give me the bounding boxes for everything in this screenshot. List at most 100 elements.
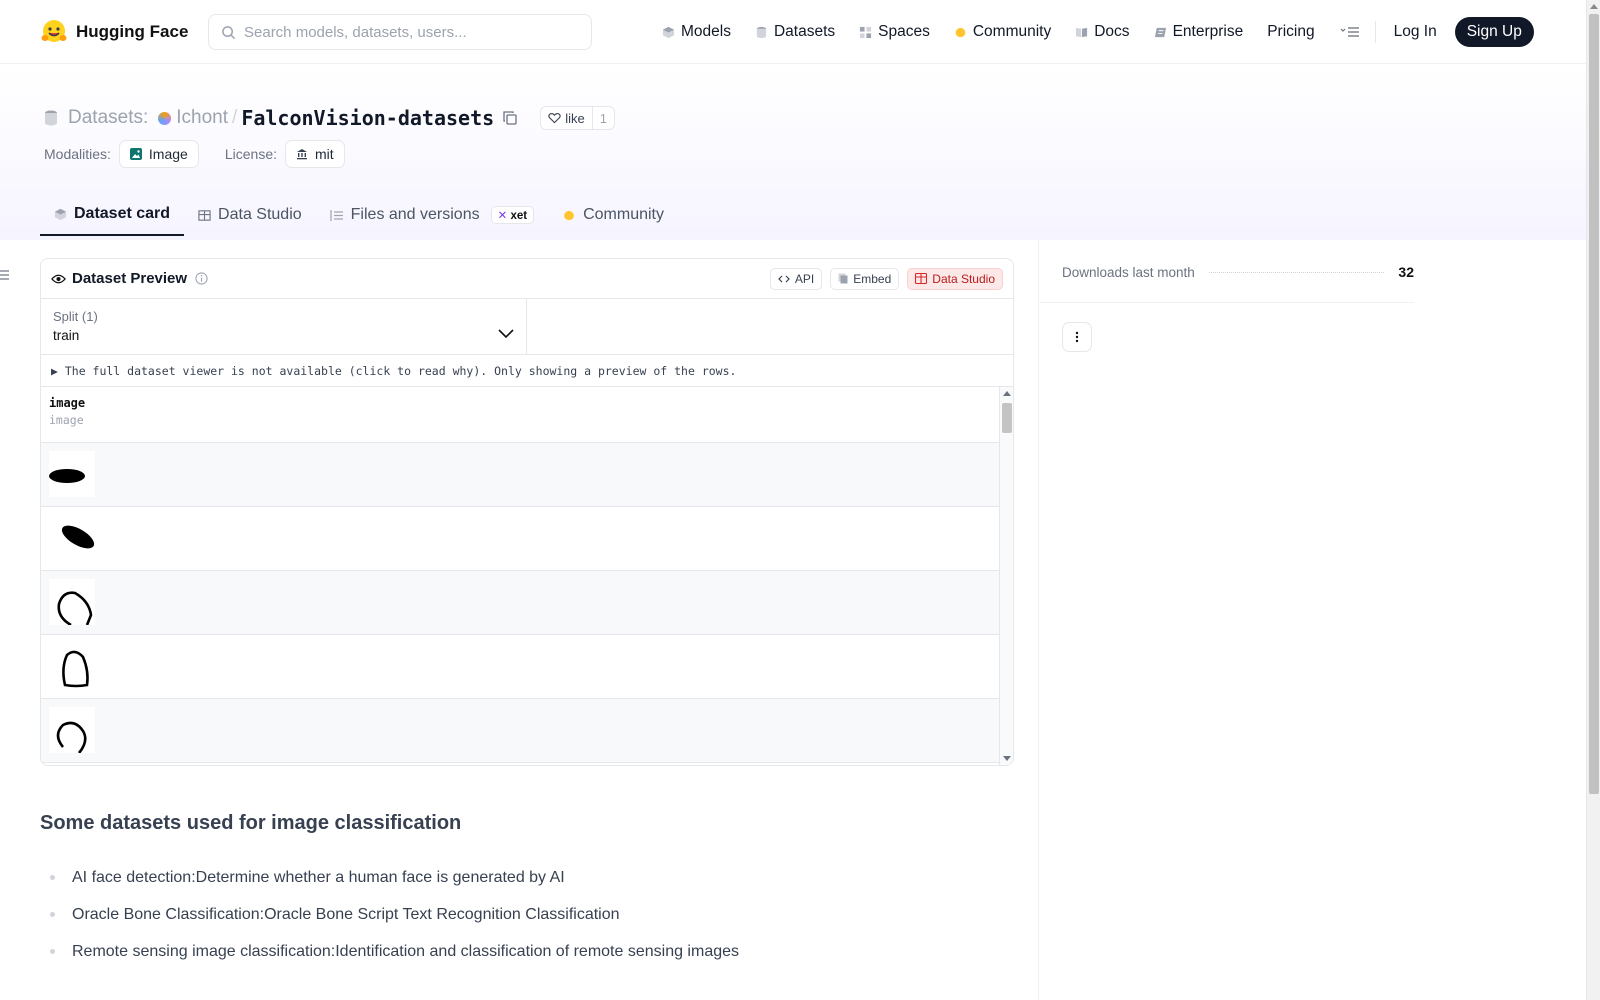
nav-pricing[interactable]: Pricing bbox=[1267, 23, 1314, 41]
row-image-thumbnail[interactable] bbox=[49, 515, 95, 561]
viewer-notice[interactable]: ▶ The full dataset viewer is not availab… bbox=[41, 355, 1013, 387]
like-count[interactable]: 1 bbox=[591, 107, 614, 129]
more-menu-button[interactable] bbox=[1339, 22, 1361, 42]
signup-button[interactable]: Sign Up bbox=[1454, 17, 1534, 47]
sidebar-toggle-icon[interactable] bbox=[0, 268, 10, 282]
files-icon bbox=[330, 209, 343, 221]
nav-community-label: Community bbox=[972, 23, 1052, 40]
like-button[interactable]: like 1 bbox=[540, 106, 615, 130]
downloads-label: Downloads last month bbox=[1062, 264, 1195, 280]
table-scroll-thumb[interactable] bbox=[1002, 403, 1012, 433]
login-link[interactable]: Log In bbox=[1394, 23, 1437, 41]
bullet bbox=[50, 949, 55, 954]
tab-data-studio[interactable]: Data Studio bbox=[184, 194, 316, 236]
search-box[interactable] bbox=[208, 14, 592, 50]
nav-datasets[interactable]: Datasets bbox=[755, 23, 835, 41]
modality-label: Image bbox=[148, 146, 188, 162]
page-scroll-thumb[interactable] bbox=[1589, 14, 1599, 794]
eye-icon bbox=[51, 274, 66, 283]
nav-spaces-label: Spaces bbox=[878, 23, 930, 40]
nav-docs[interactable]: Docs bbox=[1075, 23, 1130, 41]
code-icon bbox=[778, 275, 790, 282]
tab-community[interactable]: Community bbox=[548, 194, 678, 236]
row-image-thumbnail[interactable] bbox=[49, 579, 95, 627]
top-navigation: Hugging Face Models Datasets Spaces Comm… bbox=[0, 0, 1586, 64]
hugging-face-logo-icon bbox=[41, 20, 67, 42]
table-row[interactable] bbox=[41, 507, 999, 571]
downloads-stat: Downloads last month 32 bbox=[1062, 262, 1414, 282]
column-name: image bbox=[49, 396, 86, 410]
table-scrollbar[interactable] bbox=[999, 387, 1013, 765]
chevron-down-icon bbox=[498, 329, 514, 339]
grid-icon bbox=[860, 26, 872, 38]
more-menu-icon bbox=[1340, 27, 1359, 37]
like-label: like bbox=[565, 110, 585, 126]
nav-models[interactable]: Models bbox=[662, 23, 731, 41]
nav-datasets-label: Datasets bbox=[773, 23, 836, 40]
repo-name[interactable]: FalconVision-datasets bbox=[241, 106, 494, 130]
table-row[interactable] bbox=[41, 699, 999, 763]
column-type: image bbox=[49, 413, 84, 427]
org-link[interactable]: Ichont bbox=[176, 107, 228, 129]
like-action[interactable]: like bbox=[541, 107, 592, 129]
repo-tabs: Dataset card Data Studio Files and versi… bbox=[40, 194, 678, 236]
nav-enterprise[interactable]: Enterprise bbox=[1154, 23, 1244, 41]
brand-link[interactable]: Hugging Face bbox=[40, 16, 188, 48]
copy-icon[interactable] bbox=[502, 110, 518, 126]
list-item: Oracle Bone Classification:Oracle Bone S… bbox=[40, 896, 1014, 933]
sidebar-separator bbox=[1040, 302, 1414, 303]
vertical-dots-icon bbox=[1075, 331, 1079, 343]
preview-actions: API Embed Data Studio bbox=[769, 267, 1003, 290]
brand-name: Hugging Face bbox=[76, 22, 189, 41]
more-options-button[interactable] bbox=[1062, 322, 1092, 352]
search-icon bbox=[222, 25, 236, 39]
row-image-thumbnail[interactable] bbox=[49, 707, 95, 754]
split-row: Split (1) train bbox=[41, 299, 1013, 355]
nav-docs-label: Docs bbox=[1094, 23, 1130, 40]
modality-chip[interactable]: Image bbox=[118, 140, 199, 168]
tab-dataset-card[interactable]: Dataset card bbox=[40, 194, 185, 236]
tab-files-and-versions[interactable]: Files and versions ✕ xet bbox=[316, 194, 548, 236]
nav-divider bbox=[1374, 21, 1376, 43]
nav-community[interactable]: Community bbox=[954, 23, 1051, 41]
database-icon bbox=[756, 26, 767, 38]
dataset-preview: Dataset Preview API Embed Data Studio Sp… bbox=[40, 258, 1014, 766]
bullet bbox=[50, 912, 55, 917]
table-row[interactable] bbox=[41, 571, 999, 635]
search-input[interactable] bbox=[244, 23, 574, 41]
scroll-up-icon[interactable] bbox=[1003, 391, 1011, 396]
bullet bbox=[50, 875, 55, 880]
repo-type-label[interactable]: Datasets: bbox=[68, 107, 148, 129]
row-image-thumbnail[interactable] bbox=[49, 451, 95, 497]
api-button[interactable]: API bbox=[769, 267, 823, 290]
row-image-thumbnail[interactable] bbox=[49, 643, 95, 689]
list-item-text: AI face detection:Determine whether a hu… bbox=[72, 868, 565, 886]
embed-button-label: Embed bbox=[853, 271, 892, 286]
info-icon[interactable] bbox=[195, 272, 208, 285]
community-icon bbox=[564, 210, 574, 220]
data-studio-button[interactable]: Data Studio bbox=[907, 267, 1003, 290]
nav-pricing-label: Pricing bbox=[1267, 23, 1315, 40]
license-chip[interactable]: mit bbox=[285, 140, 345, 168]
split-select[interactable]: Split (1) train bbox=[41, 299, 527, 354]
main-nav: Models Datasets Spaces Community Docs En… bbox=[662, 16, 1534, 48]
scroll-down-icon[interactable] bbox=[1003, 756, 1011, 761]
preview-title: Dataset Preview bbox=[72, 270, 188, 287]
table-icon bbox=[198, 209, 211, 221]
tab-community-label: Community bbox=[583, 206, 664, 223]
bank-icon bbox=[297, 149, 307, 160]
heart-icon bbox=[548, 113, 561, 124]
downloads-value: 32 bbox=[1398, 264, 1414, 280]
table-row[interactable] bbox=[41, 635, 999, 699]
nav-spaces[interactable]: Spaces bbox=[859, 23, 930, 41]
table-row[interactable] bbox=[41, 443, 999, 507]
dotted-leader bbox=[1208, 271, 1385, 273]
nav-enterprise-label: Enterprise bbox=[1172, 23, 1244, 40]
page-scroll-up-icon[interactable] bbox=[1590, 4, 1598, 9]
cube-icon bbox=[54, 208, 67, 220]
page-scrollbar[interactable] bbox=[1586, 0, 1600, 1000]
image-icon bbox=[129, 148, 142, 160]
preview-header: Dataset Preview API Embed Data Studio bbox=[41, 259, 1013, 299]
api-button-label: API bbox=[794, 271, 815, 286]
embed-button[interactable]: Embed bbox=[830, 267, 900, 290]
